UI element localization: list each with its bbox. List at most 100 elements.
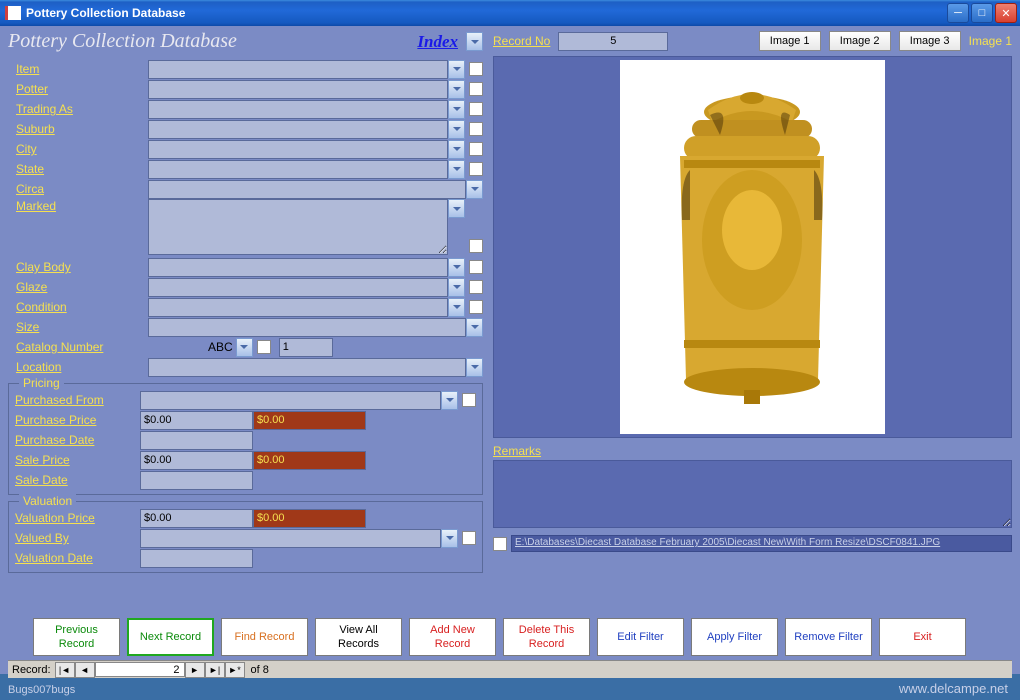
clay-body-checkbox[interactable] [469,260,483,274]
clay-body-input[interactable] [148,258,448,277]
apply-filter-button[interactable]: Apply Filter [691,618,778,656]
valuation-date-label: Valuation Date [15,551,140,565]
sale-price-highlight: $0.00 [253,451,366,470]
purchase-date-input[interactable] [140,431,253,450]
sale-date-label: Sale Date [15,473,140,487]
potter-dropdown[interactable] [448,80,465,99]
purchased-from-dropdown[interactable] [441,391,458,410]
index-dropdown[interactable] [466,32,483,51]
circa-label: Circa [8,182,148,196]
trading-as-input[interactable] [148,100,448,119]
image2-button[interactable]: Image 2 [829,31,891,51]
trading-as-checkbox[interactable] [469,102,483,116]
previous-record-button[interactable]: Previous Record [33,618,120,656]
valuation-fieldset: Valuation Valuation Price$0.00 Valued By… [8,501,483,573]
sale-price-input[interactable] [140,451,253,470]
valuation-legend: Valuation [19,494,76,508]
trading-as-dropdown[interactable] [448,100,465,119]
condition-input[interactable] [148,298,448,317]
glaze-dropdown[interactable] [448,278,465,297]
location-dropdown[interactable] [466,358,483,377]
suburb-label: Suburb [8,122,148,136]
add-new-record-button[interactable]: Add New Record [409,618,496,656]
purchased-from-label: Purchased From [15,393,140,407]
marked-textarea[interactable] [148,199,448,255]
glaze-input[interactable] [148,278,448,297]
state-input[interactable] [148,160,448,179]
glaze-checkbox[interactable] [469,280,483,294]
clay-body-dropdown[interactable] [448,258,465,277]
condition-dropdown[interactable] [448,298,465,317]
potter-input[interactable] [148,80,448,99]
valued-by-checkbox[interactable] [462,531,476,545]
purchased-from-input[interactable] [140,391,441,410]
valuation-price-label: Valuation Price [15,511,140,525]
catalog-num-input[interactable] [279,338,333,357]
purchase-price-input[interactable] [140,411,253,430]
suburb-checkbox[interactable] [469,122,483,136]
city-checkbox[interactable] [469,142,483,156]
nav-new-button[interactable]: ►* [225,662,245,678]
state-checkbox[interactable] [469,162,483,176]
index-label[interactable]: Index [417,32,458,52]
catalog-number-label: Catalog Number [8,340,148,354]
valuation-date-input[interactable] [140,549,253,568]
find-record-button[interactable]: Find Record [221,618,308,656]
next-record-button[interactable]: Next Record [127,618,214,656]
marked-dropdown[interactable] [448,199,465,218]
suburb-dropdown[interactable] [448,120,465,139]
sale-date-input[interactable] [140,471,253,490]
edit-filter-button[interactable]: Edit Filter [597,618,684,656]
path-checkbox[interactable] [493,537,507,551]
valuation-price-input[interactable] [140,509,253,528]
current-image-label: Image 1 [969,34,1012,48]
nav-next-button[interactable]: ► [185,662,205,678]
abc-dropdown[interactable] [236,338,253,357]
nav-label: Record: [12,664,51,676]
city-input[interactable] [148,140,448,159]
remove-filter-button[interactable]: Remove Filter [785,618,872,656]
size-label: Size [8,320,148,334]
circa-input[interactable] [148,180,466,199]
size-dropdown[interactable] [466,318,483,337]
nav-current-input[interactable] [95,662,185,677]
minimize-button[interactable]: ─ [947,3,969,23]
remarks-textarea[interactable] [493,460,1012,528]
purchased-from-checkbox[interactable] [462,393,476,407]
delete-record-button[interactable]: Delete This Record [503,618,590,656]
condition-checkbox[interactable] [469,300,483,314]
image1-button[interactable]: Image 1 [759,31,821,51]
nav-total: of 8 [251,664,269,676]
abc-checkbox[interactable] [257,340,271,354]
suburb-input[interactable] [148,120,448,139]
valued-by-dropdown[interactable] [441,529,458,548]
state-dropdown[interactable] [448,160,465,179]
nav-first-button[interactable]: |◄ [55,662,75,678]
pricing-fieldset: Pricing Purchased From Purchase Price$0.… [8,383,483,495]
image3-button[interactable]: Image 3 [899,31,961,51]
item-label: Item [8,62,148,76]
window-title: Pottery Collection Database [26,6,947,20]
view-all-records-button[interactable]: View All Records [315,618,402,656]
remarks-label: Remarks [493,444,1012,458]
clay-body-label: Clay Body [8,260,148,274]
location-input[interactable] [148,358,466,377]
maximize-button[interactable]: □ [971,3,993,23]
nav-prev-button[interactable]: ◄ [75,662,95,678]
potter-checkbox[interactable] [469,82,483,96]
nav-last-button[interactable]: ►| [205,662,225,678]
valued-by-input[interactable] [140,529,441,548]
image-path[interactable]: E:\Databases\Diecast Database February 2… [511,535,1012,552]
size-input[interactable] [148,318,466,337]
record-no-label: Record No [493,34,550,48]
exit-button[interactable]: Exit [879,618,966,656]
item-input[interactable] [148,60,448,79]
marked-checkbox[interactable] [469,239,483,253]
circa-dropdown[interactable] [466,180,483,199]
button-bar: Previous Record Next Record Find Record … [8,618,1012,656]
item-checkbox[interactable] [469,62,483,76]
item-dropdown[interactable] [448,60,465,79]
close-button[interactable]: ✕ [995,3,1017,23]
condition-label: Condition [8,300,148,314]
city-dropdown[interactable] [448,140,465,159]
